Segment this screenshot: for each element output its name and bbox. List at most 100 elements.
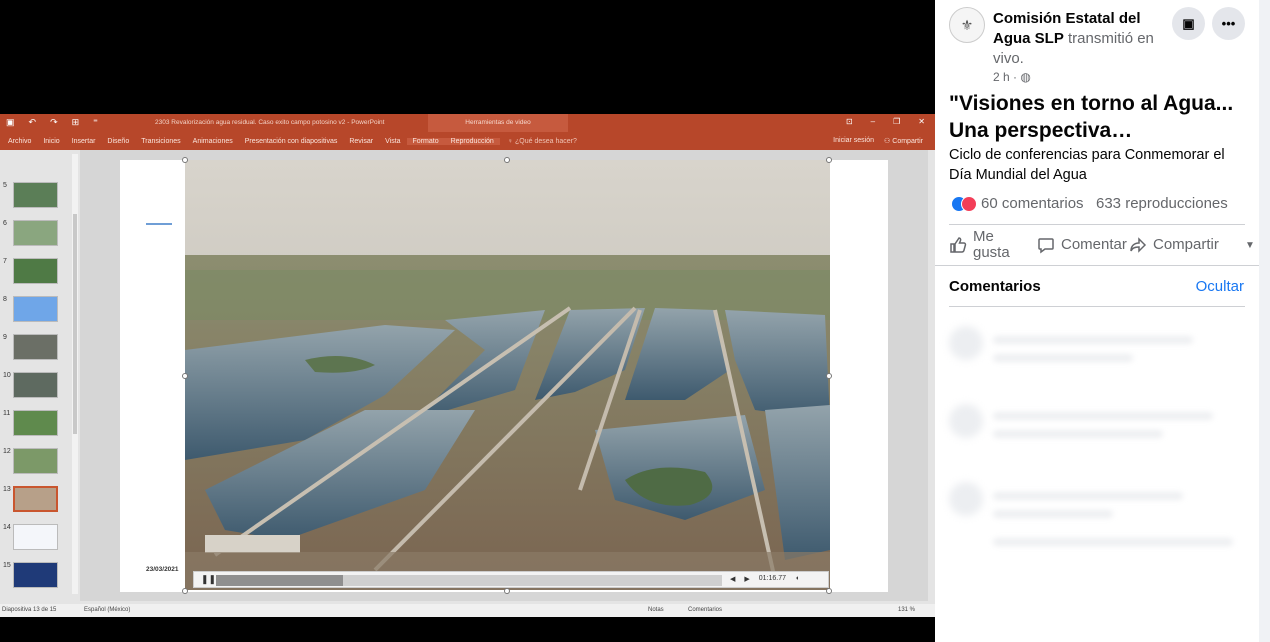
blurred-comment	[993, 510, 1113, 518]
slide-thumbnail[interactable]: 12	[0, 448, 72, 474]
divider	[935, 265, 1259, 266]
sign-in-link[interactable]: Iniciar sesión	[833, 137, 874, 145]
slide-thumbnail-image	[13, 562, 58, 588]
pause-icon[interactable]: ❚❚	[201, 574, 216, 585]
slide-13: 23/03/2021 ❚❚ ◀ ▶ 01:16.77 ◖	[120, 157, 888, 594]
tab-animaciones[interactable]: Animaciones	[187, 138, 239, 145]
video-seek-fill	[216, 575, 343, 586]
slide-thumbnail-image	[13, 220, 58, 246]
blurred-avatar	[949, 404, 983, 438]
powerpoint-window: ▣ ↶ ↷ ⊞ ⁼ 2303 Revalorización agua resid…	[0, 114, 935, 617]
comment-label: Comentar	[1061, 236, 1127, 253]
status-language[interactable]: Español (México)	[84, 607, 130, 613]
tab-inicio[interactable]: Inicio	[37, 138, 65, 145]
slide-thumbnail-image	[13, 334, 58, 360]
tab-archivo[interactable]: Archivo	[2, 138, 37, 145]
volume-icon[interactable]: ◖	[795, 575, 799, 583]
status-notes[interactable]: Notas	[648, 607, 664, 613]
save-post-button[interactable]: ▣	[1172, 7, 1205, 40]
tell-me-label: ¿Qué desea hacer?	[515, 137, 577, 145]
post-stats: 60 comentarios 633 reproducciones	[949, 194, 1249, 214]
skip-forward-icon[interactable]: ▶	[744, 575, 749, 583]
slide-thumbnail[interactable]: 6	[0, 220, 72, 246]
minimize-icon[interactable]: –	[871, 117, 875, 126]
slide-thumbnail[interactable]: 8	[0, 296, 72, 322]
share-button[interactable]: Compartir	[1129, 228, 1219, 262]
resize-handle[interactable]	[826, 588, 832, 594]
post-description: Ciclo de conferencias para Conmemorar el…	[949, 147, 1225, 183]
tab-vista[interactable]: Vista	[379, 138, 406, 145]
more-options-button[interactable]: •••	[1212, 7, 1245, 40]
slide-thumbnail-number: 9	[3, 334, 7, 341]
post-time[interactable]: 2 h ·	[993, 70, 1017, 84]
undo-icon[interactable]: ↶	[29, 117, 37, 128]
thumbs-up-icon	[950, 237, 967, 253]
tab-revisar[interactable]: Revisar	[343, 138, 379, 145]
resize-handle[interactable]	[504, 157, 510, 163]
ribbon-options-icon[interactable]: ⊡	[846, 117, 853, 126]
tab-presentacion[interactable]: Presentación con diapositivas	[239, 138, 344, 145]
blurred-avatar	[949, 482, 983, 516]
status-zoom[interactable]: 131 %	[898, 607, 915, 613]
page-scroll-edge	[1259, 0, 1270, 642]
slide-thumbnail[interactable]: 10	[0, 372, 72, 398]
resize-handle[interactable]	[826, 157, 832, 163]
comments-header: Comentarios	[949, 278, 1041, 295]
post-author-line: Comisión Estatal del Agua SLP transmitió…	[993, 9, 1163, 69]
tab-insertar[interactable]: Insertar	[66, 138, 102, 145]
close-icon[interactable]: ✕	[918, 117, 925, 126]
live-video-player[interactable]: ▣ ↶ ↷ ⊞ ⁼ 2303 Revalorización agua resid…	[0, 0, 935, 642]
video-playback-bar: ❚❚ ◀ ▶ 01:16.77 ◖	[193, 571, 829, 588]
tab-formato[interactable]: Formato	[406, 137, 445, 145]
slide-thumbnails-pane: 5 6 7 8 9 10 11 12 13 14 15	[0, 150, 80, 601]
tell-me-box[interactable]: ♀ ¿Qué desea hacer?	[508, 138, 577, 145]
divider	[949, 224, 1245, 225]
save-icon[interactable]: ▣	[6, 117, 15, 128]
status-comments[interactable]: Comentarios	[688, 607, 722, 613]
resize-handle[interactable]	[504, 588, 510, 594]
slide-thumbnail[interactable]: 14	[0, 524, 72, 550]
slide-thumbnail[interactable]: 13	[0, 486, 72, 512]
quick-access-toolbar: ▣ ↶ ↷ ⊞ ⁼	[6, 117, 98, 128]
wetland-photo	[185, 160, 830, 590]
slide-thumbnail-number: 10	[3, 372, 11, 379]
redo-icon[interactable]: ↷	[50, 117, 58, 128]
slide-thumbnail[interactable]: 9	[0, 334, 72, 360]
slide-accent-line	[146, 223, 172, 225]
slide-thumbnail-number: 8	[3, 296, 7, 303]
slide-thumbnail[interactable]: 15	[0, 562, 72, 588]
hide-comments-link[interactable]: Ocultar	[1196, 278, 1244, 295]
avatar[interactable]: ⚜	[949, 7, 985, 43]
slide-thumbnail[interactable]: 7	[0, 258, 72, 284]
ppt-status-bar: Diapositiva 13 de 15 Español (México) No…	[0, 604, 935, 617]
resize-handle[interactable]	[826, 373, 832, 379]
comments-count[interactable]: 60 comentarios	[981, 195, 1084, 212]
slide-thumbnail[interactable]: 11	[0, 410, 72, 436]
resize-handle[interactable]	[182, 373, 188, 379]
resize-handle[interactable]	[182, 157, 188, 163]
share-ppt-button[interactable]: ⚇ Compartir	[884, 137, 923, 145]
thumbnails-scrollbar[interactable]	[72, 154, 78, 594]
present-icon[interactable]: ⊞	[72, 117, 80, 128]
resize-handle[interactable]	[182, 588, 188, 594]
slide-thumbnail-number: 14	[3, 524, 11, 531]
document-title: 2303 Revalorización agua residual. Caso …	[155, 119, 385, 126]
video-seek-track[interactable]	[216, 575, 722, 586]
like-button[interactable]: Me gusta	[949, 228, 1023, 262]
customize-icon[interactable]: ⁼	[93, 117, 98, 128]
aerial-wetland-video-frame[interactable]	[185, 160, 830, 590]
tab-diseno[interactable]: Diseño	[101, 138, 135, 145]
tab-transiciones[interactable]: Transiciones	[135, 138, 186, 145]
comment-button[interactable]: Comentar	[1037, 228, 1127, 262]
slide-thumbnail-image	[13, 296, 58, 322]
share-menu-button[interactable]: ▼	[1245, 228, 1255, 262]
tab-reproduccion[interactable]: Reproducción	[444, 137, 500, 145]
slide-thumbnail[interactable]: 5	[0, 182, 72, 208]
scrollbar-thumb[interactable]	[73, 214, 77, 434]
skip-back-icon[interactable]: ◀	[730, 575, 735, 583]
restore-icon[interactable]: ❐	[893, 117, 900, 126]
window-controls: ⊡ – ❐ ✕	[846, 117, 925, 126]
like-label: Me gusta	[973, 228, 1010, 261]
love-reaction-icon[interactable]	[961, 196, 977, 212]
post-actions: Me gusta Comentar Compartir ▼	[949, 228, 1259, 262]
